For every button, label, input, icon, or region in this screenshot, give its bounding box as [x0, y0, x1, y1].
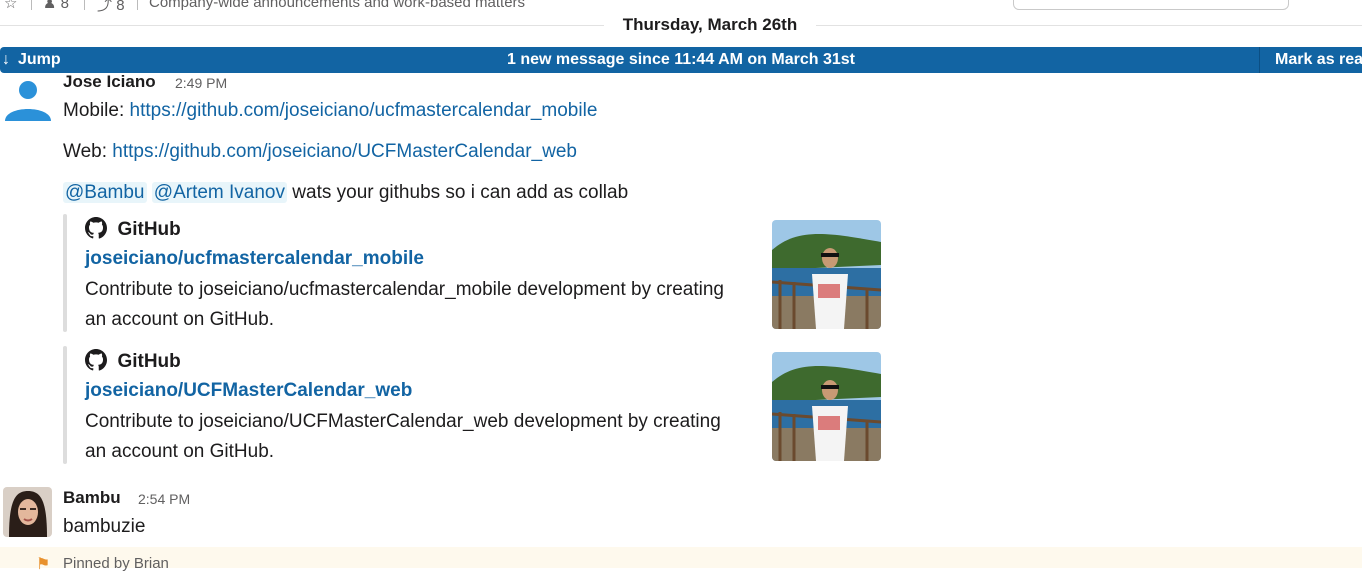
pinned-message: ⚑ Pinned by Brian	[0, 547, 1362, 573]
avatar[interactable]	[5, 79, 51, 121]
attachment-description: Contribute to joseiciano/UCFMasterCalend…	[85, 411, 721, 462]
message-text: bambuzie	[63, 516, 146, 537]
avatar[interactable]	[3, 487, 52, 537]
pins-count: 8	[116, 0, 125, 14]
channel-topic[interactable]: Company-wide announcements and work-base…	[149, 0, 525, 11]
new-message-text: 1 new message since 11:44 AM on March 31…	[506, 51, 855, 68]
attachment-service: GitHub	[85, 217, 181, 244]
header-divider	[84, 0, 85, 10]
banner-divider	[1259, 47, 1260, 73]
message-timestamp[interactable]: 2:54 PM	[138, 491, 190, 507]
header-divider	[31, 0, 32, 10]
pinned-by-text: Pinned by Brian	[63, 555, 169, 572]
web-label: Web:	[63, 141, 108, 162]
attachment-bar	[63, 214, 67, 332]
message-timestamp[interactable]: 2:49 PM	[175, 75, 227, 91]
mobile-label: Mobile:	[63, 100, 125, 121]
web-repo-link[interactable]: https://github.com/joseiciano/UCFMasterC…	[112, 141, 577, 162]
mobile-repo-link[interactable]: https://github.com/joseiciano/ucfmasterc…	[130, 100, 598, 121]
message-text: wats your githubs so i can add as collab	[292, 182, 629, 203]
message-author[interactable]: Jose Iciano	[63, 72, 156, 92]
message-line-web: Web: https://github.com/joseiciano/UCFMa…	[63, 141, 577, 163]
attachment-service-name: GitHub	[117, 351, 181, 372]
pin-icon: ⚑	[36, 556, 51, 573]
attachment-title-link[interactable]: joseiciano/UCFMasterCalendar_web	[85, 380, 412, 402]
members-count: 8	[60, 0, 69, 12]
attachment-thumbnail[interactable]	[772, 352, 881, 461]
mention-bambu[interactable]: @Bambu	[63, 182, 147, 203]
attachment-title-link[interactable]: joseiciano/ucfmastercalendar_mobile	[85, 248, 424, 270]
message-line-mentions: @Bambu @Artem Ivanov wats your githubs s…	[63, 182, 628, 204]
day-divider-label[interactable]: Thursday, March 26th	[604, 11, 816, 39]
pins-button[interactable]: ⤴ 8	[97, 0, 125, 14]
attachment-bar	[63, 346, 67, 464]
mark-as-read-button[interactable]: Mark as read	[1275, 51, 1362, 69]
attachment-description: Contribute to joseiciano/ucfmastercalend…	[85, 279, 724, 330]
message-line-mobile: Mobile: https://github.com/joseiciano/uc…	[63, 100, 597, 122]
new-messages-banner: ↓ Jump 1 new message since 11:44 AM on M…	[0, 47, 1362, 73]
github-icon	[85, 217, 108, 244]
search-input[interactable]	[1013, 0, 1289, 10]
pin-icon: ⤴	[97, 0, 113, 14]
star-icon[interactable]: ☆	[4, 0, 17, 12]
members-button[interactable]: ♟ 8	[43, 0, 69, 12]
github-icon	[85, 349, 108, 376]
attachment-service-name: GitHub	[117, 219, 181, 240]
header-divider	[137, 0, 138, 10]
members-icon: ♟	[43, 0, 57, 12]
message-author[interactable]: Bambu	[63, 488, 121, 508]
attachment-thumbnail[interactable]	[772, 220, 881, 329]
attachment-service: GitHub	[85, 349, 181, 376]
mention-artem-ivanov[interactable]: @Artem Ivanov	[151, 182, 287, 203]
